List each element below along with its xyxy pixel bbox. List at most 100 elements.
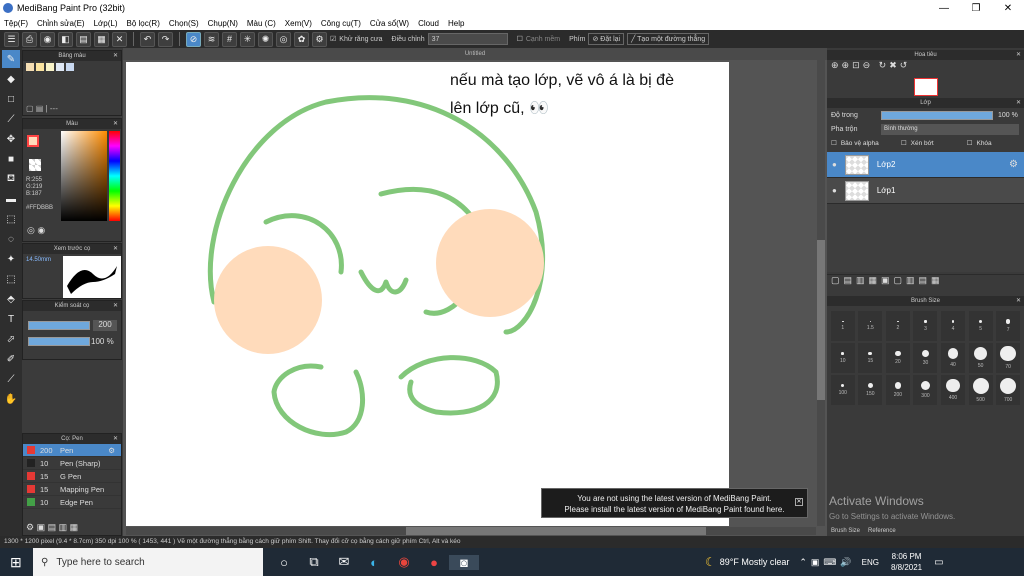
tray-icons[interactable]: ⌃▣⌨🔊: [799, 557, 855, 568]
menu-icon[interactable]: ☰: [4, 31, 19, 47]
select-eraser-icon[interactable]: ⬘: [2, 290, 20, 308]
brush-item[interactable]: 200 Pen ⚙: [23, 444, 121, 457]
update-notice[interactable]: You are not using the latest version of …: [541, 488, 808, 518]
weather-text[interactable]: 89°F Mostly clear: [720, 557, 790, 567]
chat-icon[interactable]: ◉: [40, 31, 55, 47]
brush-item[interactable]: 15 G Pen: [23, 470, 121, 483]
notice-close-icon[interactable]: ✕: [795, 498, 803, 506]
brush-size-cell[interactable]: 15: [858, 343, 883, 373]
smooth-checkbox[interactable]: ☐: [517, 35, 523, 43]
brush-size-cell[interactable]: 30: [913, 343, 938, 373]
layer-tools[interactable]: ▢▤▥▦▣▢▥▤▦: [827, 274, 1024, 288]
edge-icon[interactable]: ◐: [359, 555, 389, 570]
gear-icon[interactable]: ⚙: [1009, 159, 1018, 170]
brush-panel-footer[interactable]: ⚙ ▣ ▤ ▥ ▦: [26, 522, 78, 533]
size-value[interactable]: 200: [93, 320, 117, 331]
lasso-tool-icon[interactable]: ◌: [2, 230, 20, 248]
brush-size-cell[interactable]: 10: [830, 343, 855, 373]
brush-size-cell[interactable]: 40: [941, 343, 966, 373]
menu-item[interactable]: Tệp(F): [4, 19, 28, 28]
medibang-taskbar-icon[interactable]: ◙: [449, 554, 479, 570]
menu-item[interactable]: Cloud: [418, 19, 439, 28]
deselect-icon[interactable]: ✕: [112, 31, 127, 47]
lock-checkbox[interactable]: ☐: [967, 139, 973, 147]
color-tools[interactable]: ◎ ◉: [27, 225, 45, 236]
hue-slider[interactable]: [109, 131, 120, 221]
transparent-color[interactable]: [29, 159, 41, 171]
stamp-icon[interactable]: ▤: [76, 31, 91, 47]
close-icon[interactable]: ✕: [113, 244, 118, 254]
language-indicator[interactable]: ENG: [862, 558, 879, 567]
notification-icon[interactable]: ▭: [934, 557, 943, 568]
brush-size-cell[interactable]: 3: [913, 311, 938, 341]
start-icon[interactable]: ⊞: [10, 554, 22, 571]
canvas-hscrollbar[interactable]: [126, 527, 816, 535]
select-tool-icon[interactable]: ⬚: [2, 210, 20, 228]
menu-item[interactable]: Bộ lọc(R): [127, 19, 160, 28]
search-box[interactable]: ⚲ Type here to search: [33, 548, 263, 576]
redo-icon[interactable]: ↷: [158, 31, 173, 47]
navigator-thumbnail[interactable]: [913, 78, 938, 96]
blend-select[interactable]: Bình thường: [881, 123, 1019, 135]
settings-icon[interactable]: ⚙: [312, 31, 327, 47]
eraser-tool-icon[interactable]: ◆: [2, 70, 20, 88]
brush-item[interactable]: 15 Mapping Pen: [23, 483, 121, 496]
color-swatch[interactable]: [56, 63, 64, 71]
eyedropper-icon[interactable]: ⟋: [2, 370, 20, 388]
brush-item[interactable]: 10 Edge Pen: [23, 496, 121, 509]
grid-icon[interactable]: ▦: [94, 31, 109, 47]
snap-off-icon[interactable]: ⊘: [186, 31, 201, 47]
brush-size-cell[interactable]: 400: [941, 375, 966, 405]
close-button[interactable]: ✕: [992, 3, 1024, 14]
task-view-icon[interactable]: ⧉: [299, 554, 329, 570]
brush-size-cell[interactable]: 4: [941, 311, 966, 341]
menu-item[interactable]: Chọn(S): [169, 19, 199, 28]
pen-tool-icon[interactable]: ✎: [2, 50, 20, 68]
antialias-checkbox[interactable]: ☑: [330, 35, 336, 43]
radial-snap-icon[interactable]: ✳: [240, 31, 255, 47]
scroll-thumb[interactable]: [817, 240, 825, 400]
brush-size-cell[interactable]: 100: [830, 375, 855, 405]
close-icon[interactable]: ✕: [1016, 98, 1021, 108]
text-tool-icon[interactable]: T: [2, 310, 20, 328]
brush-size-cell[interactable]: 500: [968, 375, 993, 405]
curve-snap-icon[interactable]: ✿: [294, 31, 309, 47]
circle-snap-icon[interactable]: ◎: [276, 31, 291, 47]
undo-icon[interactable]: ↶: [140, 31, 155, 47]
rectangle-tool-icon[interactable]: □: [2, 90, 20, 108]
menu-item[interactable]: Cửa sổ(W): [370, 19, 409, 28]
document-tab[interactable]: Untitled: [123, 48, 827, 60]
close-icon[interactable]: ✕: [113, 119, 118, 129]
hand-tool-icon[interactable]: ✋: [2, 390, 20, 408]
chrome-icon[interactable]: ◉: [389, 554, 419, 570]
brush-size-cell[interactable]: 7: [996, 311, 1021, 341]
opacity-value[interactable]: 100 %: [91, 337, 114, 346]
layer-row[interactable]: ● Lớp1: [827, 178, 1024, 204]
brush-item[interactable]: 10 Pen (Sharp): [23, 457, 121, 470]
adjust-input[interactable]: 37: [427, 33, 508, 45]
layer-row[interactable]: ● Lớp2 ⚙: [827, 152, 1024, 178]
fill-rect-tool-icon[interactable]: ■: [2, 150, 20, 168]
mail-icon[interactable]: ✉: [329, 554, 359, 570]
menu-item[interactable]: Lớp(L): [94, 19, 118, 28]
color-swatch[interactable]: [66, 63, 74, 71]
clipping-checkbox[interactable]: ☐: [901, 139, 907, 147]
color-swatch[interactable]: [36, 63, 44, 71]
color-swatch[interactable]: [46, 63, 54, 71]
minimize-button[interactable]: —: [928, 3, 960, 14]
close-icon[interactable]: ✕: [113, 301, 118, 311]
protect-alpha-checkbox[interactable]: ☐: [831, 139, 837, 147]
brush-size-cell[interactable]: 2: [885, 311, 910, 341]
layer-opacity-slider[interactable]: [881, 110, 993, 120]
close-icon[interactable]: ✕: [1016, 50, 1021, 60]
parallel-snap-icon[interactable]: ≋: [204, 31, 219, 47]
tab-reference[interactable]: Reference: [868, 528, 896, 534]
visibility-icon[interactable]: ●: [832, 160, 837, 169]
menu-item[interactable]: Help: [448, 19, 464, 28]
foreground-color[interactable]: [27, 135, 39, 147]
bucket-tool-icon[interactable]: ⛾: [2, 170, 20, 188]
operation-tool-icon[interactable]: ⬀: [2, 330, 20, 348]
canvas-paper[interactable]: nếu mà tạo lớp, vẽ vô á là bị đè lên lớp…: [126, 62, 729, 526]
notice-line-2[interactable]: Please install the latest version of Med…: [542, 504, 807, 515]
move-tool-icon[interactable]: ✥: [2, 130, 20, 148]
